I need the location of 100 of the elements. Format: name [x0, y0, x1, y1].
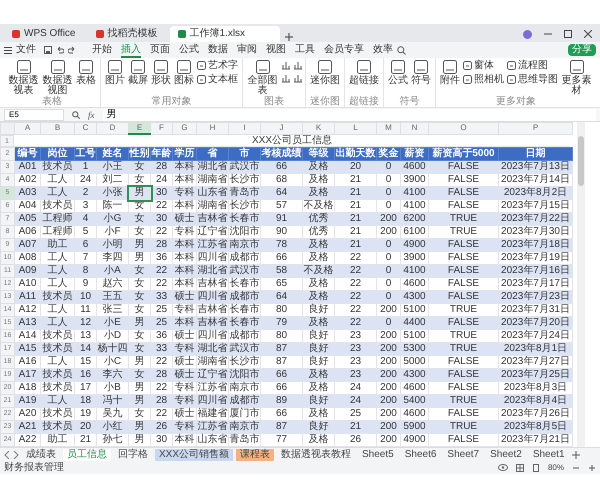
column-header[interactable]: B [40, 122, 74, 134]
ribbon-button[interactable]: 符号 [411, 60, 431, 86]
zoom-in-icon[interactable] [588, 464, 596, 472]
column-header[interactable]: H [196, 122, 228, 134]
chart-icon[interactable] [281, 73, 291, 83]
vertical-scrollbar[interactable] [577, 122, 585, 447]
menu-tab[interactable]: 效率 [373, 42, 393, 58]
ribbon-button[interactable]: 文本框 [197, 74, 238, 85]
table-cell: 23 [334, 368, 376, 382]
sheet-tab[interactable]: 回字格 [114, 448, 152, 460]
sheet-tab[interactable]: Sheet6 [400, 448, 440, 460]
ribbon-button[interactable]: 窗体 [463, 60, 504, 71]
column-header[interactable]: M [376, 122, 400, 134]
ribbon-button[interactable]: 表格 [76, 60, 96, 86]
ribbon-button[interactable]: 流程图 [507, 60, 558, 71]
selected-cell[interactable]: 男 [128, 186, 150, 200]
menu-tab[interactable]: 公式 [179, 42, 199, 58]
ribbon-button[interactable]: 图标 [174, 60, 194, 86]
plus-icon[interactable] [572, 450, 580, 458]
menu-icon[interactable] [4, 46, 12, 54]
ribbon-button[interactable]: 数据透视图 [42, 60, 73, 96]
table-cell: 不及格 [302, 200, 334, 212]
column-header[interactable]: I [228, 122, 260, 134]
eye-icon[interactable] [498, 464, 508, 471]
menu-tab[interactable]: 开始 [92, 42, 112, 58]
sheet-tab[interactable]: XXX公司销售额 [155, 448, 234, 460]
sheet-tab[interactable]: 员工信息 [63, 448, 111, 460]
next-icon[interactable] [13, 450, 19, 458]
ribbon-button[interactable]: 截屏 [128, 60, 148, 86]
chart-icon[interactable] [281, 60, 291, 70]
close-icon[interactable] [584, 30, 592, 38]
sheet-tab[interactable]: Sheet1 [528, 448, 569, 460]
column-header[interactable]: L [334, 122, 376, 134]
chart-icon[interactable] [292, 60, 302, 70]
search-icon[interactable] [397, 46, 406, 54]
save-icon[interactable] [44, 46, 52, 54]
square-icon [50, 60, 64, 74]
ribbon-button[interactable]: 数据透视表 [8, 60, 39, 96]
menu-tab[interactable]: 工具 [295, 42, 315, 58]
column-title: 日期 [498, 148, 572, 160]
sheet-tab[interactable]: Sheet2 [486, 448, 526, 460]
menu-tab[interactable]: 页面 [150, 42, 170, 58]
menu-tab[interactable]: 视图 [266, 42, 286, 58]
undo-icon[interactable] [56, 46, 64, 54]
ribbon-button[interactable]: 附件 [440, 60, 460, 86]
ribbon-button[interactable]: 照相机 [463, 74, 504, 85]
document-tab[interactable]: 找稻壳模板 [88, 26, 166, 42]
menu-tab[interactable]: 会员专享 [324, 42, 364, 58]
document-tab[interactable]: 工作簿1.xlsx [170, 26, 280, 42]
name-box[interactable]: E5 [4, 108, 64, 120]
page-view-icon[interactable] [532, 464, 540, 472]
table-cell: 66 [260, 408, 302, 420]
table-cell: 长春市 [228, 316, 260, 330]
column-header[interactable]: N [400, 122, 428, 134]
table-cell: 技术员 [40, 382, 74, 394]
formula-field[interactable]: 男 [102, 108, 596, 120]
ribbon-button[interactable]: 公式 [388, 60, 408, 86]
ribbon-button[interactable]: 图片 [105, 60, 125, 86]
redo-icon[interactable] [68, 46, 76, 54]
table-cell: 及格 [302, 368, 334, 382]
ribbon-button[interactable]: 思维导图 [507, 74, 558, 85]
previous-icon[interactable] [4, 450, 10, 458]
file-menu[interactable]: 文件 [16, 44, 40, 56]
column-header[interactable]: D [96, 122, 128, 134]
ribbon-button[interactable]: 艺术字 [197, 60, 238, 71]
table-cell: 孙七 [96, 434, 128, 446]
ribbon-button[interactable]: 超链接 [349, 60, 379, 86]
ribbon-button[interactable]: 迷你图 [310, 60, 340, 86]
table-cell: 成都市 [228, 330, 260, 342]
table-cell: 助工 [40, 238, 74, 252]
maximize-icon[interactable] [564, 30, 572, 38]
sheet-tab[interactable]: 课程表 [236, 448, 274, 460]
column-header[interactable]: F [150, 122, 172, 134]
column-header[interactable]: C [74, 122, 96, 134]
column-header[interactable]: K [302, 122, 334, 134]
chart-icon[interactable] [292, 73, 302, 83]
sheet-tab[interactable]: Sheet7 [443, 448, 484, 460]
column-header[interactable]: G [172, 122, 196, 134]
sheet-tab[interactable]: Sheet5 [358, 448, 398, 460]
avatar-icon[interactable] [523, 30, 532, 38]
plus-icon[interactable] [284, 32, 294, 42]
ribbon-button[interactable]: 形状 [151, 60, 171, 86]
document-tab[interactable]: WPS Office [4, 26, 84, 42]
column-header[interactable]: J [260, 122, 302, 134]
ribbon-button[interactable]: 更多素材 [561, 60, 592, 96]
table-cell: 21 [334, 226, 376, 238]
column-header[interactable]: A [14, 122, 40, 134]
column-header[interactable]: O [428, 122, 498, 134]
sheet-tab[interactable]: 数据透视表教程 [277, 448, 356, 460]
ribbon-button[interactable]: 全部图表 [247, 60, 278, 96]
menu-tab[interactable]: 审阅 [237, 42, 257, 58]
menu-tab[interactable]: 数据 [208, 42, 228, 58]
column-header[interactable]: E [128, 122, 150, 134]
function-button[interactable]: fx [88, 110, 94, 120]
zoom-icon[interactable] [72, 110, 80, 118]
grid-view-icon[interactable] [516, 464, 524, 472]
sheet-tab[interactable]: 成绩表 [22, 448, 60, 460]
table-cell: 23 [334, 330, 376, 342]
column-header[interactable]: P [498, 122, 572, 134]
table-cell: 24 [334, 394, 376, 408]
